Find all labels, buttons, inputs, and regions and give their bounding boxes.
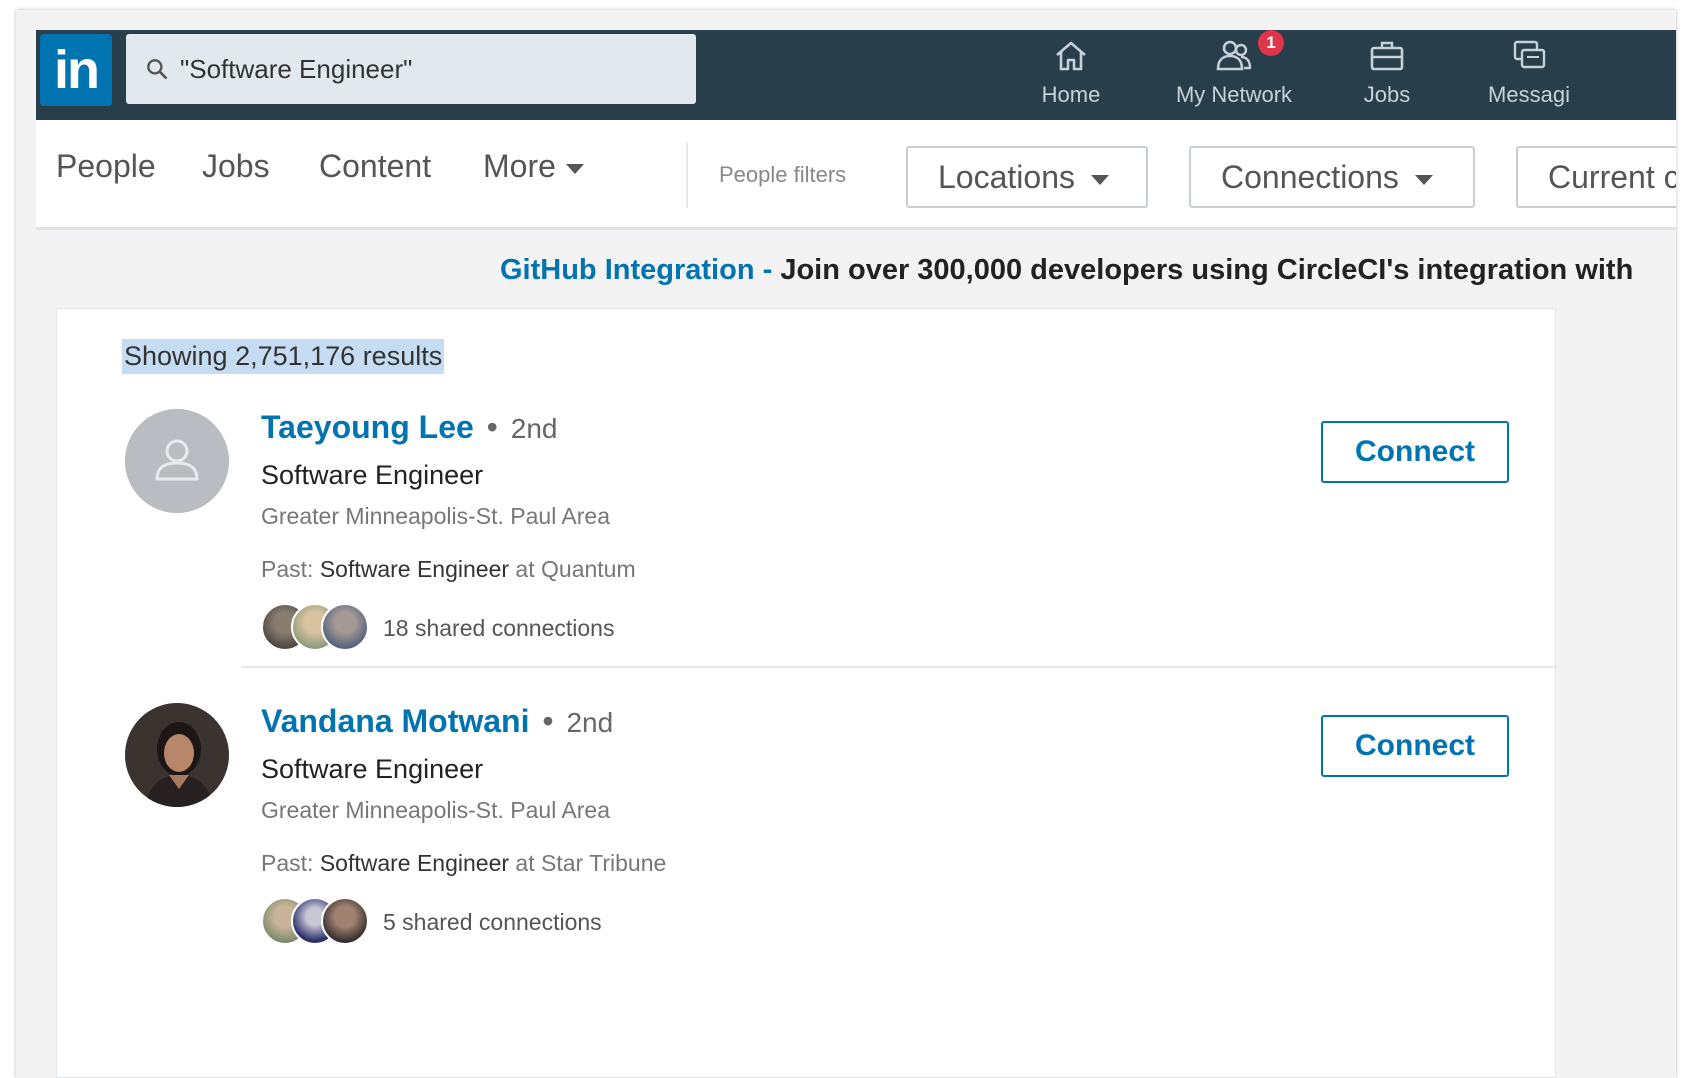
shared-connections[interactable]: 5 shared connections — [261, 897, 666, 947]
shared-connection-avatars — [261, 897, 371, 947]
avatar — [321, 897, 369, 945]
separator-dot: • — [542, 703, 554, 739]
search-result-item: Taeyoung Lee • 2nd Software Engineer Gre… — [57, 409, 1557, 704]
shared-connections[interactable]: 18 shared connections — [261, 603, 636, 653]
ad-text: Join over 300,000 developers using Circl… — [780, 254, 1634, 286]
past-prefix: Past: — [261, 556, 320, 582]
locations-filter-label: Locations — [938, 159, 1075, 195]
nav-home-label: Home — [1041, 82, 1101, 107]
current-company-filter-button[interactable]: Current c — [1516, 146, 1676, 208]
name-line: Vandana Motwani • 2nd — [261, 703, 666, 740]
connections-filter-button[interactable]: Connections — [1189, 146, 1475, 208]
result-info: Taeyoung Lee • 2nd Software Engineer Gre… — [261, 409, 636, 653]
search-filter-bar: People Jobs Content More People filters … — [36, 120, 1676, 230]
linkedin-logo[interactable]: in — [40, 34, 112, 106]
past-prefix: Past: — [261, 850, 320, 876]
headline: Software Engineer — [261, 754, 484, 784]
search-result-item: Vandana Motwani • 2nd Software Engineer … — [57, 703, 1557, 998]
tab-more-label: More — [483, 148, 556, 184]
location: Greater Minneapolis-St. Paul Area — [261, 797, 611, 823]
past-position: Past: Software Engineer at Quantum — [261, 556, 636, 583]
connect-button[interactable]: Connect — [1321, 421, 1509, 483]
headline: Software Engineer — [261, 460, 484, 490]
past-company: at Star Tribune — [509, 850, 667, 876]
nav-my-network-label: My Network — [1175, 82, 1293, 107]
profile-name-link[interactable]: Taeyoung Lee — [261, 409, 474, 445]
shared-connections-text: 18 shared connections — [383, 615, 615, 641]
avatar[interactable] — [125, 703, 229, 807]
connect-button[interactable]: Connect — [1321, 715, 1509, 777]
past-position: Past: Software Engineer at Star Tribune — [261, 850, 666, 877]
home-icon — [1056, 41, 1086, 71]
search-icon — [147, 59, 167, 79]
nav-home[interactable]: Home — [1026, 36, 1116, 112]
default-person-icon — [125, 409, 229, 513]
caret-down-icon — [1090, 174, 1109, 185]
profile-name-link[interactable]: Vandana Motwani — [261, 703, 529, 739]
notification-badge: 1 — [1258, 30, 1284, 56]
divider — [686, 142, 688, 208]
avatar — [321, 603, 369, 651]
shared-connection-avatars — [261, 603, 371, 653]
profile-photo-icon — [125, 703, 229, 807]
result-info: Vandana Motwani • 2nd Software Engineer … — [261, 703, 666, 947]
results-count: Showing 2,751,176 results — [122, 339, 445, 374]
locations-filter-button[interactable]: Locations — [906, 146, 1148, 208]
nav-jobs[interactable]: Jobs — [1342, 36, 1432, 112]
caret-down-icon — [1414, 174, 1433, 185]
caret-down-icon — [565, 163, 584, 174]
ad-separator: - — [754, 254, 781, 286]
nav-messaging[interactable]: Messagi — [1464, 36, 1594, 112]
connection-degree: 2nd — [510, 413, 558, 444]
shared-connections-text: 5 shared connections — [383, 909, 602, 935]
my-network-icon — [1216, 40, 1252, 71]
connection-degree: 2nd — [566, 707, 614, 738]
result-divider — [241, 666, 1557, 668]
top-nav: in Home 1 My Network — [36, 30, 1676, 120]
people-filters-label: People filters — [719, 162, 847, 187]
location: Greater Minneapolis-St. Paul Area — [261, 503, 611, 529]
nav-messaging-label: Messagi — [1488, 82, 1570, 107]
ad-link[interactable]: GitHub Integration — [500, 254, 755, 286]
past-company: at Quantum — [509, 556, 636, 582]
ad-banner[interactable]: GitHub Integration - Join over 300,000 d… — [36, 232, 1676, 308]
tab-more[interactable]: More — [483, 148, 584, 185]
nav-my-network[interactable]: 1 My Network — [1154, 30, 1314, 112]
past-role: Software Engineer — [319, 556, 510, 582]
tab-people[interactable]: People — [56, 148, 156, 185]
jobs-icon — [1370, 41, 1404, 71]
messaging-icon — [1513, 40, 1546, 69]
tab-content[interactable]: Content — [319, 148, 431, 185]
search-input[interactable] — [180, 53, 660, 85]
avatar[interactable] — [125, 409, 229, 513]
browser-frame: in Home 1 My Network — [16, 10, 1676, 1078]
separator-dot: • — [486, 409, 498, 445]
current-company-filter-label: Current c — [1548, 159, 1676, 195]
search-box[interactable] — [126, 34, 696, 104]
past-role: Software Engineer — [319, 850, 510, 876]
name-line: Taeyoung Lee • 2nd — [261, 409, 636, 446]
search-results-card: Showing 2,751,176 results Taeyoung Lee •… — [56, 308, 1557, 1078]
nav-jobs-label: Jobs — [1363, 82, 1411, 107]
connections-filter-label: Connections — [1221, 159, 1399, 195]
tab-jobs[interactable]: Jobs — [202, 148, 270, 185]
